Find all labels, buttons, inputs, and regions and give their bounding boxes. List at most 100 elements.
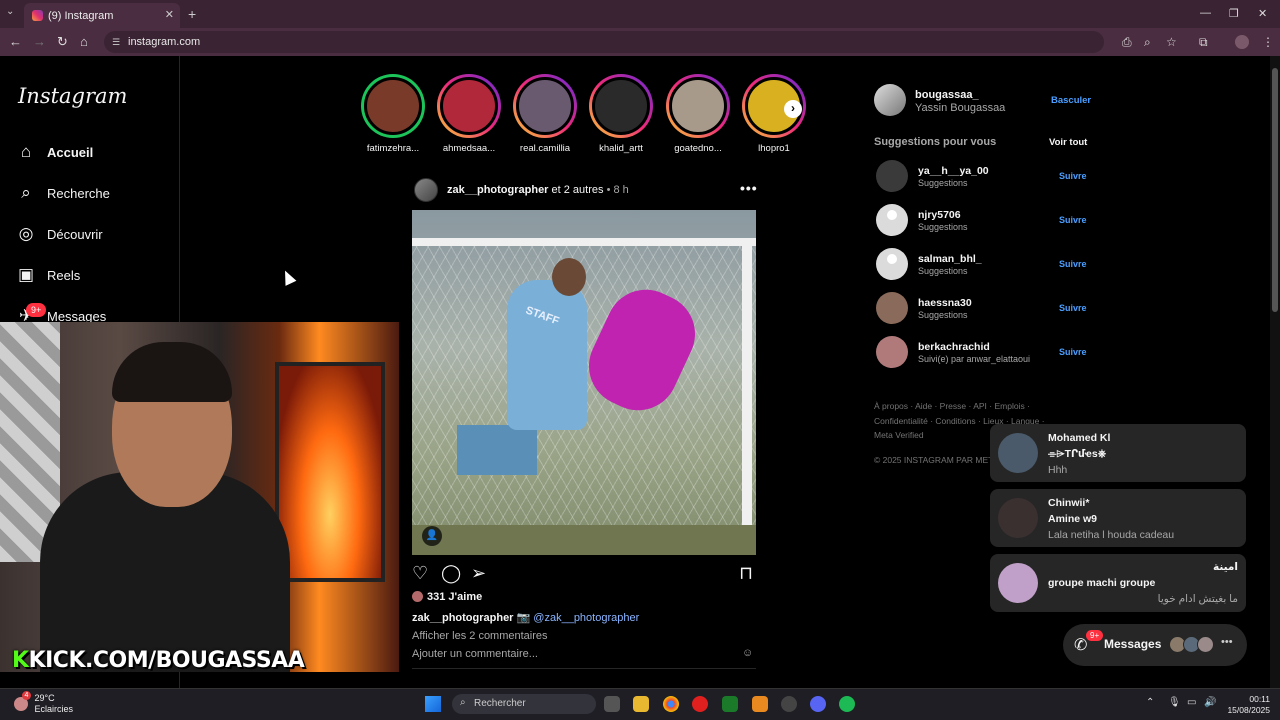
post-image[interactable]: STAFF 👤: [412, 210, 756, 555]
follow-button[interactable]: Suivre: [1059, 303, 1087, 313]
suggestion-username[interactable]: njry5706: [918, 209, 961, 221]
switch-account-button[interactable]: Basculer: [1051, 95, 1091, 106]
home-browser-icon[interactable]: ⌂: [80, 34, 88, 49]
post-username[interactable]: zak__photographer: [447, 184, 548, 196]
messages-pill-button[interactable]: ✆ 9+ Messages •••: [1063, 624, 1247, 666]
popup-sender: Mohamed Kl: [1048, 432, 1111, 444]
close-tab-icon[interactable]: ✕: [165, 8, 174, 21]
post-divider: [412, 668, 756, 669]
story-item[interactable]: ahmedsaa...: [437, 74, 501, 154]
network-icon[interactable]: ▭: [1187, 697, 1196, 708]
tray-chevron-icon[interactable]: ⌃: [1146, 697, 1154, 708]
story-ring: [513, 74, 577, 138]
extensions-icon[interactable]: ⧉: [1199, 35, 1208, 50]
story-username: fatimzehra...: [366, 143, 420, 154]
save-icon[interactable]: ⊓: [739, 563, 753, 584]
post-time: 8 h: [613, 184, 629, 196]
suggestion-avatar[interactable]: [876, 292, 908, 324]
suggestion-avatar[interactable]: [876, 160, 908, 192]
stories-next-icon[interactable]: ›: [784, 100, 802, 118]
restore-icon[interactable]: ❐: [1229, 7, 1239, 20]
nav-item-reels[interactable]: ▣ Reels: [16, 265, 126, 289]
install-app-icon[interactable]: ⎙: [1122, 35, 1132, 50]
message-popup[interactable]: Chinwii* Amine w9 Lala netiha l houda cade…: [990, 489, 1246, 547]
bookmark-star-icon[interactable]: ☆: [1166, 35, 1177, 49]
my-username[interactable]: bougassaa_: [915, 89, 979, 101]
follow-button[interactable]: Suivre: [1059, 215, 1087, 225]
like-icon[interactable]: ♡: [412, 563, 428, 584]
windows-start-icon[interactable]: [425, 696, 441, 712]
nav-item-search[interactable]: ⌕ Recherche: [16, 183, 126, 207]
opera-icon[interactable]: [692, 696, 708, 712]
scrollbar-thumb[interactable]: [1272, 68, 1278, 312]
likes-count[interactable]: 331 J'aime: [412, 591, 482, 603]
chrome-icon[interactable]: [663, 696, 679, 712]
story-item[interactable]: goatedno...: [666, 74, 730, 154]
view-comments-link[interactable]: Afficher les 2 commentaires: [412, 630, 548, 642]
follow-button[interactable]: Suivre: [1059, 259, 1087, 269]
suggestion-item: haessna30 Suggestions Suivre: [876, 292, 1106, 326]
caption-username[interactable]: zak__photographer: [412, 612, 513, 624]
discord-icon[interactable]: [810, 696, 826, 712]
volume-icon[interactable]: 🔊: [1204, 697, 1216, 708]
story-item[interactable]: khalid_artt: [589, 74, 653, 154]
suggestion-username[interactable]: salman_bhl_: [918, 253, 982, 265]
follow-button[interactable]: Suivre: [1059, 347, 1087, 357]
tab-search-icon[interactable]: ⌄: [6, 6, 14, 17]
instagram-logo[interactable]: Instagram: [18, 84, 127, 108]
taskbar-clock[interactable]: 00:11 15/08/2025: [1218, 694, 1270, 716]
task-view-icon[interactable]: [604, 696, 620, 712]
minimize-icon[interactable]: —: [1200, 7, 1211, 19]
spotify-icon[interactable]: [839, 696, 855, 712]
tab-title: (9) Instagram: [48, 10, 114, 22]
user-tag-icon[interactable]: 👤: [422, 526, 442, 546]
microphone-icon[interactable]: 🎙: [1168, 697, 1181, 708]
see-all-link[interactable]: Voir tout: [1049, 137, 1087, 148]
popup-sender: Chinwii*: [1048, 497, 1090, 509]
zoom-icon[interactable]: ⌕: [1144, 35, 1151, 50]
share-icon[interactable]: ➢: [471, 563, 486, 584]
page-scrollbar[interactable]: [1270, 56, 1280, 688]
story-username: lhopro1: [758, 143, 790, 154]
suggestion-avatar[interactable]: [876, 336, 908, 368]
suggestion-avatar[interactable]: [876, 248, 908, 280]
close-window-icon[interactable]: ✕: [1258, 7, 1267, 20]
caption-mention[interactable]: @zak__photographer: [533, 612, 639, 624]
comment-icon[interactable]: ◯: [441, 563, 461, 584]
more-icon[interactable]: •••: [1221, 636, 1233, 648]
nav-item-explore[interactable]: ◎ Découvrir: [16, 224, 126, 248]
comment-input[interactable]: Ajouter un commentaire...: [412, 648, 756, 660]
reload-icon[interactable]: ↻: [57, 34, 68, 50]
popup-avatar: [998, 433, 1038, 473]
browser-tab[interactable]: (9) Instagram ✕: [24, 3, 180, 28]
nav-item-home[interactable]: ⌂ Accueil: [16, 142, 126, 166]
message-popup[interactable]: Mohamed Kl ⌯⌲TՐմҽs⎈ Hhh: [990, 424, 1246, 482]
site-info-icon[interactable]: ☰: [112, 37, 120, 48]
app-icon[interactable]: [722, 696, 738, 712]
browser-menu-icon[interactable]: ⋮: [1262, 35, 1274, 49]
address-bar[interactable]: ☰ instagram.com: [104, 31, 1104, 53]
suggestion-avatar[interactable]: [876, 204, 908, 236]
reels-icon: ▣: [17, 265, 35, 284]
emoji-icon[interactable]: ☺: [742, 647, 753, 659]
follow-button[interactable]: Suivre: [1059, 171, 1087, 181]
app-icon[interactable]: [781, 696, 797, 712]
profile-avatar[interactable]: [1235, 35, 1249, 49]
story-item[interactable]: fatimzehra...: [361, 74, 425, 154]
file-explorer-icon[interactable]: [633, 696, 649, 712]
taskbar-search[interactable]: ⌕ Rechercher: [452, 694, 596, 714]
forward-icon[interactable]: →: [33, 34, 46, 49]
suggestion-item: njry5706 Suggestions Suivre: [876, 204, 1106, 238]
suggestion-username[interactable]: berkachrachid: [918, 341, 990, 353]
post-more-icon[interactable]: •••: [740, 180, 758, 196]
story-item[interactable]: real.camillia: [513, 74, 577, 154]
suggestion-username[interactable]: haessna30: [918, 297, 972, 309]
my-avatar[interactable]: [874, 84, 906, 116]
back-icon[interactable]: ←: [9, 34, 22, 49]
app-icon[interactable]: [752, 696, 768, 712]
suggestion-username[interactable]: ya__h__ya_00: [918, 165, 989, 177]
post-author-avatar[interactable]: [414, 178, 438, 202]
message-popup[interactable]: امينة groupe machi groupe ما بغيتش ادام خو…: [990, 554, 1246, 612]
post-coauthors[interactable]: et 2 autres: [552, 184, 604, 196]
new-tab-icon[interactable]: +: [188, 6, 196, 22]
